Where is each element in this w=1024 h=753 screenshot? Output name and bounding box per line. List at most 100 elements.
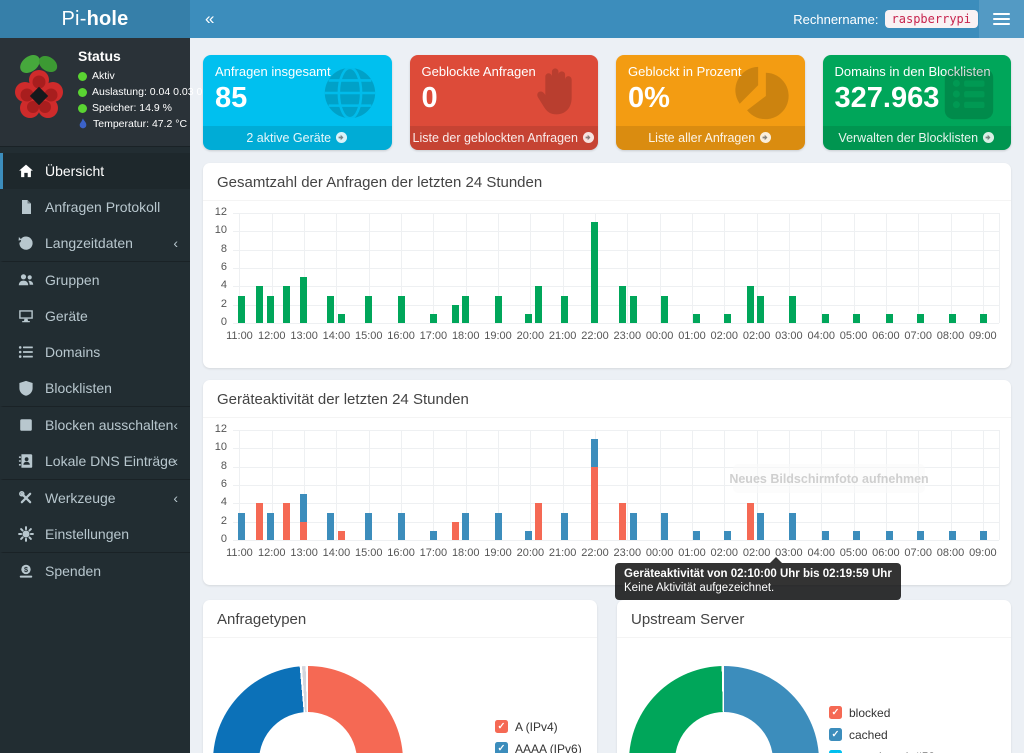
sidebar-item-gruppen[interactable]: Gruppen [0,261,190,298]
stat-card-footer-link[interactable]: 2 aktive Geräte [203,126,392,150]
query-bar[interactable] [495,296,502,324]
gear-icon [18,526,35,542]
hostname-label: Rechnername: [793,12,878,27]
query-bar[interactable] [338,314,345,323]
screenshot-ghost-overlay: Neues Bildschirmfoto aufnehmen [733,464,925,493]
x-axis-label: 15:00 [355,330,383,342]
sidebar-item-label: Übersicht [45,163,104,179]
sidebar-item-ubersicht[interactable]: Übersicht [0,153,190,189]
query-bar[interactable] [757,296,764,324]
sidebar-item-label: Spenden [45,563,101,579]
query-bar[interactable] [300,277,307,323]
y-axis-label: 10 [203,441,227,453]
x-axis-label: 02:00 [743,330,771,342]
sidebar-collapse-icon[interactable]: « [190,0,229,38]
query-bar[interactable] [789,296,796,324]
users-icon [18,272,35,288]
legend-label: AAAA (IPv6) [515,742,582,753]
query-bar[interactable] [398,296,405,324]
query-bar[interactable] [327,296,334,324]
query-bar[interactable] [283,286,290,323]
total-queries-chart[interactable]: 11:0012:0013:0014:0015:0016:0017:0018:00… [203,201,1011,353]
query-bar[interactable] [452,305,459,323]
client-activity-chart[interactable]: 11:0012:0013:0014:0015:0016:0017:0018:00… [203,418,1011,570]
x-axis-label: 11:00 [226,547,253,559]
upstream-servers-donut[interactable] [629,666,819,753]
query-bar[interactable] [886,314,893,323]
x-axis-label: 05:00 [840,330,868,342]
status-row: Speicher: 14.9 % [78,102,202,114]
raspberry-logo-icon [8,48,70,134]
sidebar-item-anfragen-protokoll[interactable]: Anfragen Protokoll [0,189,190,225]
query-bar[interactable] [822,314,829,323]
chevron-left-icon: ‹ [173,490,178,506]
sidebar-item-domains[interactable]: Domains [0,334,190,370]
legend-item-a-ipv4[interactable]: ✓A (IPv4) [495,720,582,735]
legend-item-cached[interactable]: ✓cached [829,728,1021,743]
y-axis-label: 4 [203,496,227,508]
sidebar-item-einstellungen[interactable]: Einstellungen [0,516,190,552]
x-axis-label: 08:00 [937,330,965,342]
y-axis-label: 0 [203,316,227,328]
query-bar[interactable] [267,296,274,324]
hostname-badge: raspberrypi [885,10,978,28]
x-axis-label: 13:00 [290,547,318,559]
query-bar[interactable] [525,314,532,323]
sidebar-item-spenden[interactable]: $Spenden [0,552,190,589]
app-logo[interactable]: Pi-hole [0,0,190,38]
y-axis-label: 0 [203,533,227,545]
checked-checkbox-icon: ✓ [495,742,508,753]
query-bar[interactable] [365,296,372,324]
query-bar[interactable] [619,286,626,323]
x-axis-label: 21:00 [549,547,577,559]
query-bar[interactable] [917,314,924,323]
stat-card-anfragen-insgesamt: Anfragen insgesamt852 aktive Geräte [203,55,392,150]
stat-card-footer-link[interactable]: Liste aller Anfragen [616,126,805,150]
query-bar[interactable] [430,314,437,323]
x-axis-label: 12:00 [258,330,286,342]
query-bar[interactable] [661,296,668,324]
x-axis-label: 15:00 [355,547,383,559]
query-bar[interactable] [693,314,700,323]
query-bar[interactable] [561,296,568,324]
query-bar[interactable] [853,314,860,323]
x-axis-label: 14:00 [323,330,351,342]
sidebar-item-blocken-ausschalten[interactable]: Blocken ausschalten‹ [0,406,190,443]
query-types-donut[interactable] [213,666,403,753]
legend-item-blocked[interactable]: ✓blocked [829,706,1021,721]
status-row: Auslastung: 0.04 0.03 0 [78,86,202,98]
query-bar[interactable] [747,286,754,323]
query-bar[interactable] [238,296,245,324]
x-axis-label: 18:00 [452,547,480,559]
y-axis-label: 8 [203,460,227,472]
query-bar[interactable] [949,314,956,323]
stat-card-footer-link[interactable]: Verwalten der Blocklisten [823,126,1012,150]
list-icon [18,344,35,360]
sidebar-item-langzeitdaten[interactable]: Langzeitdaten‹ [0,225,190,261]
chart-title: Gesamtzahl der Anfragen der letzten 24 S… [203,163,1011,201]
query-bar[interactable] [591,222,598,323]
query-bar[interactable] [980,314,987,323]
x-axis-label: 19:00 [484,330,512,342]
x-axis-label: 03:00 [775,330,803,342]
query-bar[interactable] [462,296,469,324]
pie-chart-icon [727,63,797,125]
menu-hamburger-icon[interactable] [979,0,1024,38]
sidebar-item-blocklisten[interactable]: Blocklisten [0,370,190,406]
legend-item-aaaa-ipv6[interactable]: ✓ AAAA (IPv6) [495,742,582,753]
sidebar-item-lokale-dns-eintrage[interactable]: Lokale DNS Einträge‹ [0,443,190,479]
status-title: Status [78,48,202,64]
main-content: Anfragen insgesamt852 aktive GeräteGeblo… [190,38,1024,753]
query-bar[interactable] [535,286,542,323]
sidebar-item-werkzeuge[interactable]: Werkzeuge‹ [0,479,190,516]
query-bar[interactable] [724,314,731,323]
sidebar-item-gerate[interactable]: Geräte [0,298,190,334]
x-axis-label: 12:00 [258,547,286,559]
x-axis-label: 07:00 [904,330,932,342]
query-bar[interactable] [256,286,263,323]
query-bar[interactable] [630,296,637,324]
checked-checkbox-icon: ✓ [495,720,508,733]
stat-card-footer-link[interactable]: Liste der geblockten Anfragen [410,126,599,150]
chevron-left-icon: ‹ [173,417,178,433]
status-dot-icon [78,88,87,97]
